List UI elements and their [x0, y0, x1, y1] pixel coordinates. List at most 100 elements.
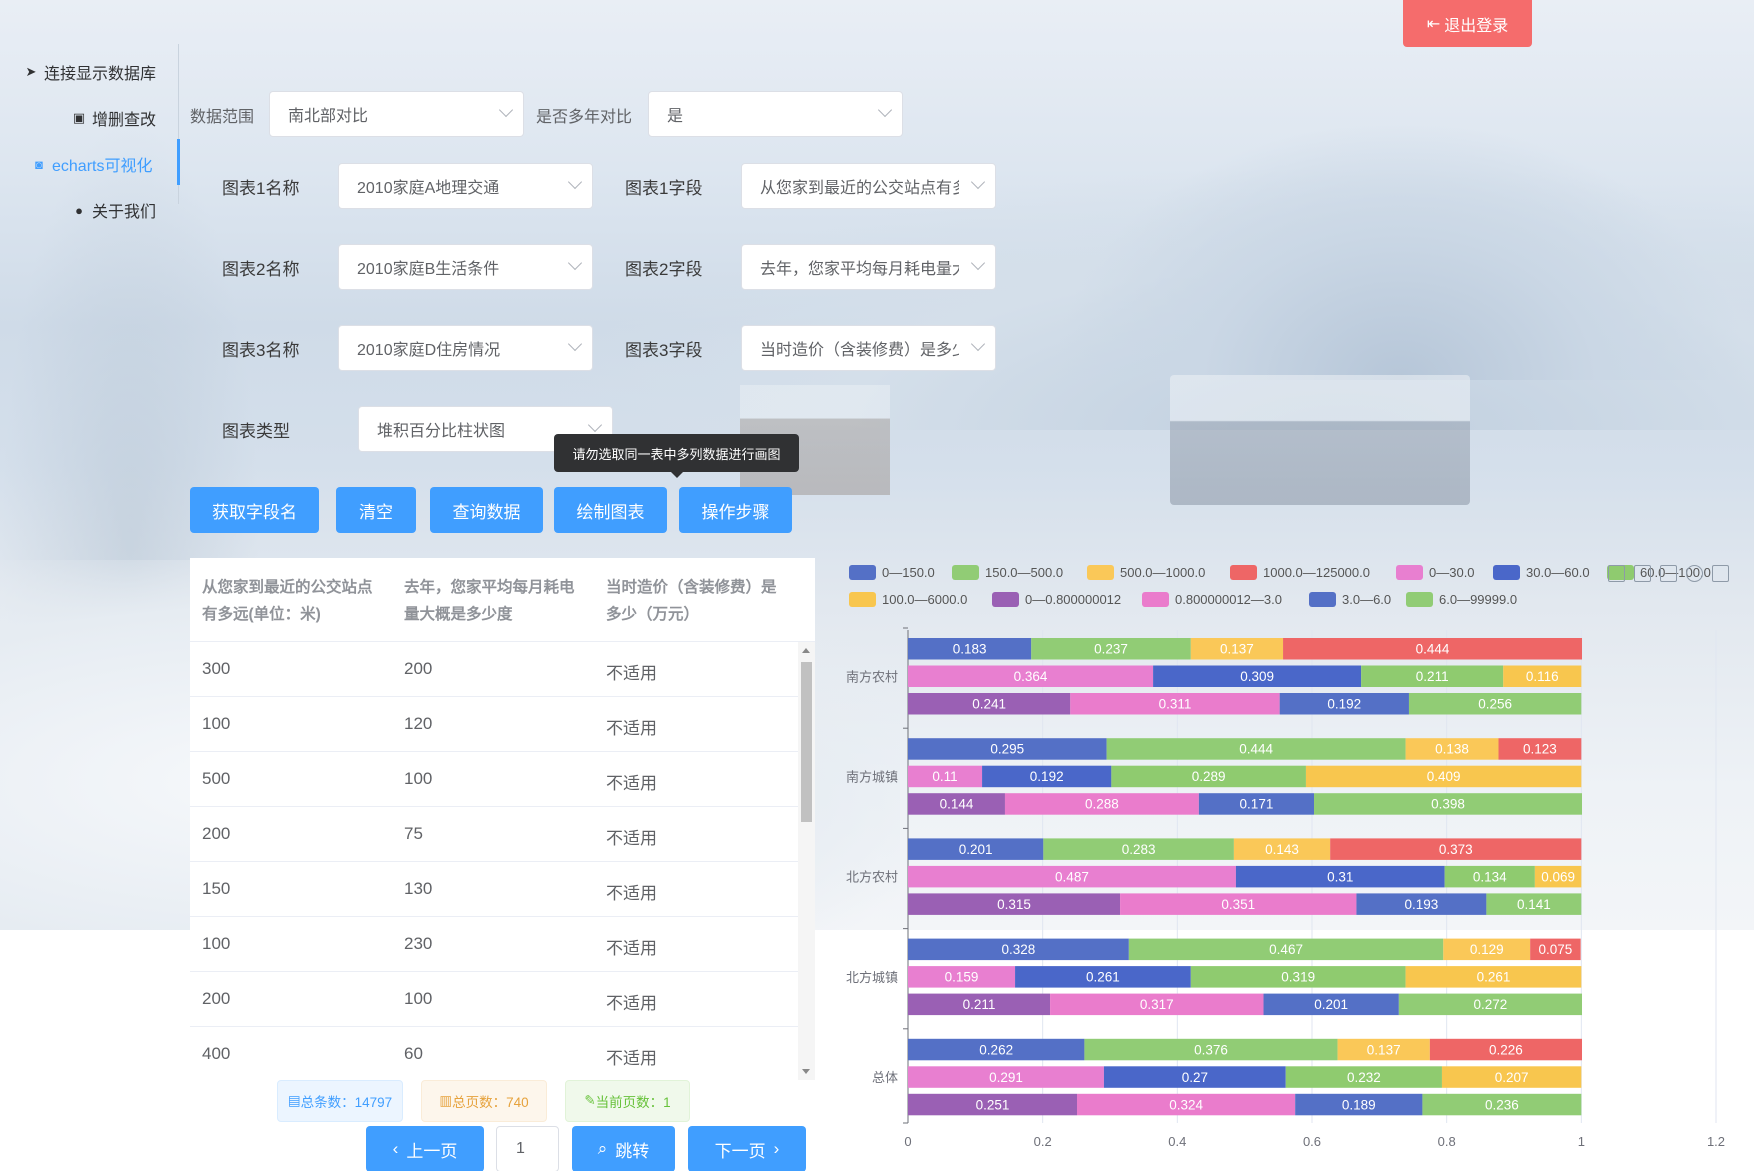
- multiyear-label: 是否多年对比: [536, 109, 633, 126]
- data-label: 0.137: [1367, 1042, 1401, 1057]
- legend-swatch: [1230, 565, 1257, 580]
- data-label: 0.409: [1427, 769, 1461, 784]
- data-label: 0.069: [1541, 869, 1575, 884]
- page-number-input[interactable]: 1: [496, 1126, 559, 1171]
- legend-label: 0—150.0: [882, 565, 935, 580]
- x-tick-label: 0: [904, 1134, 911, 1149]
- chevron-down-icon: [567, 336, 583, 352]
- chart2-field-select[interactable]: 去年，您家平均每月耗电量大概: [741, 244, 996, 290]
- legend-label: 150.0—500.0: [985, 565, 1063, 580]
- legend-label: 1000.0—125000.0: [1263, 565, 1370, 580]
- scrollbar-thumb[interactable]: [801, 662, 812, 822]
- chevron-down-icon: [877, 102, 893, 118]
- data-label: 0.207: [1495, 1070, 1529, 1085]
- next-page-button[interactable]: 下一页 ›: [688, 1126, 806, 1171]
- get-fields-button[interactable]: 获取字段名: [190, 487, 319, 533]
- data-label: 0.11: [932, 769, 957, 784]
- edit-icon: ✎: [584, 1093, 596, 1108]
- logout-button[interactable]: ⇤ 退出登录: [1403, 0, 1532, 47]
- data-label: 0.237: [1094, 642, 1128, 657]
- send-icon: ➤: [25, 64, 37, 79]
- query-button[interactable]: 查询数据: [430, 487, 543, 533]
- table-scrollbar[interactable]: [798, 642, 815, 1080]
- legend-swatch: [992, 592, 1019, 607]
- chart1-name-select[interactable]: 2010家庭A地理交通: [338, 163, 593, 209]
- legend-label: 30.0—60.0: [1526, 565, 1590, 580]
- table-row[interactable]: 200 100 不适用: [190, 972, 798, 1027]
- search-icon: ⌕: [597, 1139, 608, 1158]
- prev-page-button[interactable]: ‹ 上一页: [366, 1126, 484, 1171]
- zoom-icon[interactable]: [1608, 565, 1625, 582]
- clipboard-icon: ▣: [72, 110, 86, 125]
- table-row[interactable]: 500 100 不适用: [190, 752, 798, 807]
- data-label: 0.262: [979, 1042, 1013, 1057]
- sidebar-item-echarts[interactable]: ◙ echarts可视化: [32, 152, 152, 176]
- range-select[interactable]: 南北部对比: [269, 91, 524, 137]
- user-icon: ●: [75, 202, 83, 218]
- chart-toolbox: [1608, 565, 1729, 582]
- logout-icon: ⇤: [1426, 15, 1441, 33]
- chart3-field-select[interactable]: 当时造价（含装修费）是多少: [741, 325, 996, 371]
- data-label: 0.138: [1435, 742, 1469, 757]
- total-records-badge: ▤ 总条数：14797: [277, 1080, 403, 1122]
- sidebar-item-database[interactable]: ➤ 连接显示数据库: [24, 60, 156, 84]
- steps-button[interactable]: 操作步骤: [679, 487, 792, 533]
- x-tick-label: 0.2: [1034, 1134, 1052, 1149]
- data-label: 0.116: [1526, 669, 1559, 684]
- chart3-name-select[interactable]: 2010家庭D住房情况: [338, 325, 593, 371]
- data-label: 0.444: [1239, 742, 1273, 757]
- table-row[interactable]: 300 200 不适用: [190, 642, 798, 697]
- chart1-field-select[interactable]: 从您家到最近的公交站点有多远: [741, 163, 996, 209]
- data-label: 0.123: [1523, 742, 1557, 757]
- data-label: 0.256: [1478, 697, 1512, 712]
- x-tick-label: 0.6: [1303, 1134, 1321, 1149]
- data-label: 0.315: [997, 897, 1031, 912]
- legend-swatch: [1309, 592, 1336, 607]
- zoom-reset-icon[interactable]: [1634, 565, 1651, 582]
- legend-swatch: [952, 565, 979, 580]
- data-label: 0.272: [1474, 997, 1508, 1012]
- scroll-down-icon[interactable]: [802, 1069, 810, 1074]
- sidebar-item-crud[interactable]: ▣ 增删查改: [72, 106, 156, 130]
- table-row[interactable]: 400 60 不适用: [190, 1027, 798, 1082]
- table-row[interactable]: 100 120 不适用: [190, 697, 798, 752]
- y-category-label: 北方农村: [846, 870, 898, 885]
- pages-icon: ▥: [439, 1093, 453, 1108]
- sidebar-item-about[interactable]: ● 关于我们: [72, 198, 156, 222]
- legend-swatch: [1396, 565, 1423, 580]
- y-category-label: 北方城镇: [846, 970, 898, 985]
- chevron-down-icon: [970, 255, 986, 271]
- chevron-down-icon: [567, 174, 583, 190]
- table-row[interactable]: 150 130 不适用: [190, 862, 798, 917]
- jump-button[interactable]: ⌕ 跳转: [572, 1126, 675, 1171]
- column-header: 去年，您家平均每月耗电量大概是多少度: [404, 579, 575, 623]
- download-icon[interactable]: [1712, 565, 1729, 582]
- legend-swatch: [1142, 592, 1169, 607]
- column-header: 当时造价（含装修费）是多少（万元）: [606, 579, 777, 623]
- restore-icon[interactable]: [1686, 565, 1703, 582]
- legend-label: 0—0.800000012: [1025, 592, 1121, 607]
- data-label: 0.311: [1159, 697, 1192, 712]
- x-tick-label: 0.8: [1438, 1134, 1456, 1149]
- y-category-label: 总体: [872, 1070, 898, 1085]
- legend-label: 6.0—99999.0: [1439, 592, 1517, 607]
- draw-chart-button[interactable]: 绘制图表: [554, 487, 667, 533]
- table-header: 从您家到最近的公交站点有多远(单位：米) 去年，您家平均每月耗电量大概是多少度 …: [190, 558, 815, 642]
- legend-label: 500.0—1000.0: [1120, 565, 1205, 580]
- chart1-field-label: 图表1字段: [625, 179, 703, 198]
- table-row[interactable]: 100 230 不适用: [190, 917, 798, 972]
- scroll-up-icon[interactable]: [802, 648, 810, 653]
- chart2-name-select[interactable]: 2010家庭B生活条件: [338, 244, 593, 290]
- legend-label: 0.800000012—3.0: [1175, 592, 1282, 607]
- table-row[interactable]: 200 75 不适用: [190, 807, 798, 862]
- column-header: 从您家到最近的公交站点有多远(单位：米): [202, 579, 373, 623]
- clear-button[interactable]: 清空: [336, 487, 416, 533]
- multiyear-select[interactable]: 是: [648, 91, 903, 137]
- camera-icon: ◙: [35, 156, 43, 172]
- data-label: 0.232: [1347, 1070, 1381, 1085]
- data-label: 0.319: [1281, 970, 1315, 985]
- x-tick-label: 0.4: [1168, 1134, 1186, 1149]
- data-label: 0.309: [1240, 669, 1274, 684]
- chevron-down-icon: [970, 336, 986, 352]
- data-view-icon[interactable]: [1660, 565, 1677, 582]
